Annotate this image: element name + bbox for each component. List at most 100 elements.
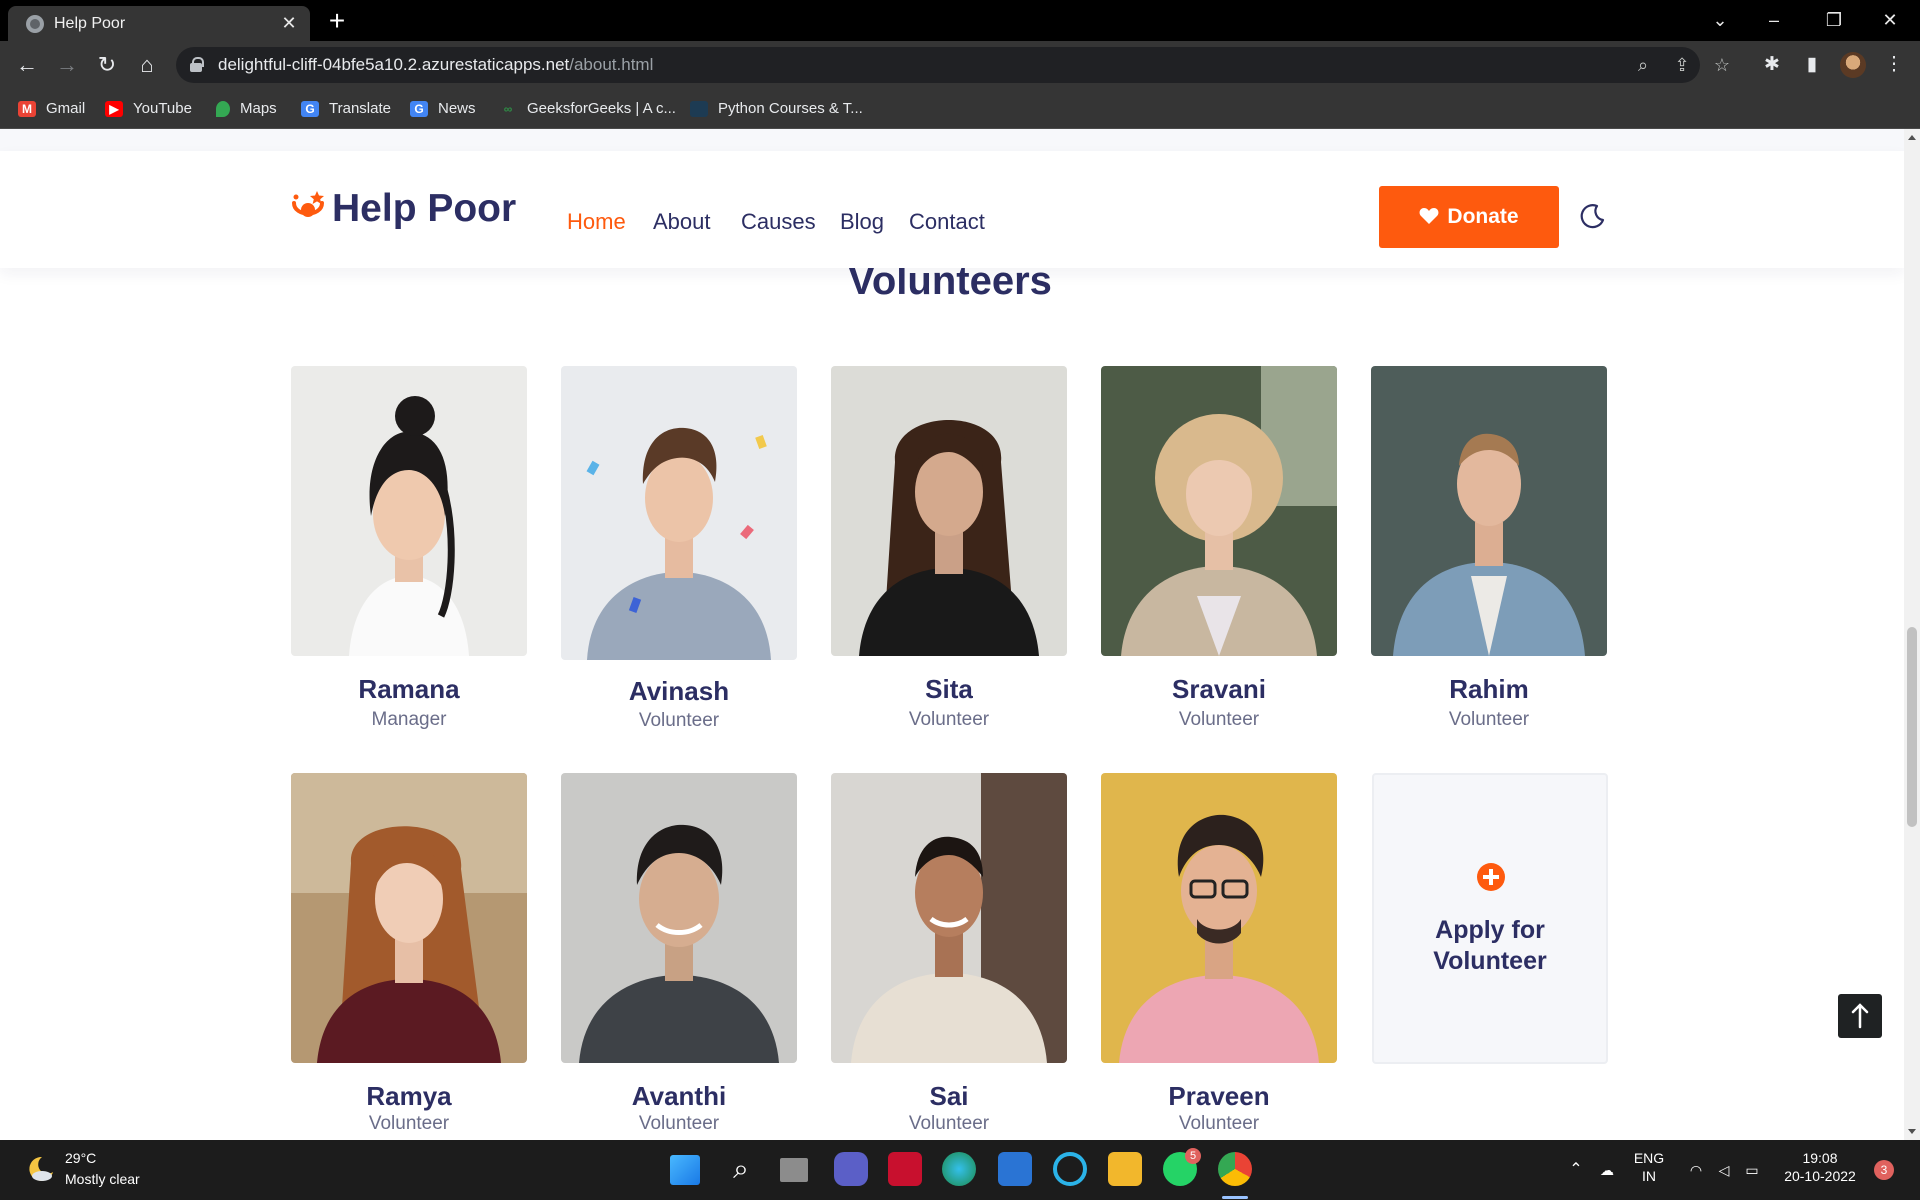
scroll-up-arrow-icon[interactable] <box>1908 135 1916 140</box>
gmail-icon: M <box>18 101 36 118</box>
page-scrollbar[interactable] <box>1904 129 1920 1140</box>
home-button[interactable]: ⌂ <box>131 49 163 81</box>
plus-circle-icon <box>1477 863 1505 891</box>
back-to-top-button[interactable] <box>1838 994 1882 1038</box>
mcafee-icon[interactable] <box>888 1152 922 1186</box>
bookmark-news[interactable]: G News <box>410 89 476 129</box>
share-icon[interactable]: ⇪ <box>1670 53 1694 77</box>
donate-button[interactable]: Donate <box>1379 186 1559 248</box>
tab-search-icon[interactable]: ⌄ <box>1692 0 1748 41</box>
new-tab-button[interactable]: + <box>322 6 352 36</box>
volunteer-photo <box>1101 773 1337 1063</box>
url-text: delightful-cliff-04bfe5a10.2.azurestatic… <box>218 55 654 74</box>
volunteer-role: Manager <box>371 709 447 730</box>
microsoft-store-icon[interactable] <box>998 1152 1032 1186</box>
restore-button[interactable]: ❐ <box>1806 0 1862 41</box>
close-window-button[interactable]: ✕ <box>1862 0 1918 41</box>
browser-titlebar: Help Poor ✕ + ⌄ – ❐ ✕ <box>0 0 1920 41</box>
minimize-button[interactable]: – <box>1746 0 1802 41</box>
volunteer-photo <box>291 773 527 1063</box>
windows-taskbar: 29°C Mostly clear ⌕ 5 ⌃ ☁ ENG IN ◠ ◁ ▭ 1… <box>0 1140 1920 1200</box>
notification-badge[interactable]: 3 <box>1874 1160 1894 1180</box>
site-header: Help Poor Home About Causes Blog Contact… <box>0 151 1904 268</box>
edge-browser-icon[interactable] <box>942 1152 976 1186</box>
side-panel-icon[interactable]: ▮ <box>1798 51 1826 79</box>
donate-label: Donate <box>1447 205 1519 228</box>
volunteer-photo <box>1101 366 1337 656</box>
extensions-icon[interactable]: ✱ <box>1758 51 1786 79</box>
volunteer-name: Ramana <box>358 674 460 704</box>
file-explorer-icon[interactable] <box>1108 1152 1142 1186</box>
forward-button[interactable]: → <box>51 49 83 81</box>
youtube-icon: ▶ <box>105 101 123 118</box>
geeksforgeeks-icon: ∞ <box>503 102 513 117</box>
volunteer-name: Ramya <box>366 1081 452 1111</box>
page-viewport: Help Poor Home About Causes Blog Contact… <box>0 129 1904 1140</box>
nav-blog[interactable]: Blog <box>840 209 884 235</box>
globe-icon <box>26 15 44 33</box>
volunteer-name: Sravani <box>1172 674 1266 704</box>
news-icon: G <box>410 101 428 118</box>
language-indicator[interactable]: ENG IN <box>1626 1140 1672 1200</box>
dark-mode-toggle-icon[interactable] <box>1578 202 1606 230</box>
browser-tab[interactable]: Help Poor ✕ <box>8 6 310 41</box>
task-view-icon[interactable] <box>780 1158 808 1182</box>
bookmark-python-courses[interactable]: Python Courses & T... <box>690 89 863 129</box>
nav-contact[interactable]: Contact <box>909 209 985 235</box>
bookmark-geeksforgeeks[interactable]: ∞ GeeksforGeeks | A c... <box>499 89 676 129</box>
windows-start-icon[interactable] <box>670 1155 700 1185</box>
close-tab-icon[interactable]: ✕ <box>278 12 300 34</box>
arrow-up-icon <box>1851 1003 1869 1029</box>
volunteer-photo <box>831 366 1067 656</box>
volunteer-role: Volunteer <box>638 1113 720 1134</box>
python-courses-icon <box>690 101 708 118</box>
battery-icon[interactable]: ▭ <box>1740 1140 1764 1200</box>
reload-button[interactable]: ↻ <box>91 49 123 81</box>
volume-icon[interactable]: ◁ <box>1712 1140 1736 1200</box>
bookmark-star-icon[interactable]: ☆ <box>1710 53 1734 77</box>
bookmark-translate[interactable]: G Translate <box>301 89 391 129</box>
profile-avatar[interactable] <box>1840 52 1866 78</box>
browser-toolbar: ← → ↻ ⌂ delightful-cliff-04bfe5a10.2.azu… <box>0 41 1920 89</box>
volunteer-photo <box>831 773 1067 1063</box>
chrome-icon[interactable] <box>1218 1152 1252 1186</box>
scroll-thumb[interactable] <box>1907 627 1917 827</box>
apply-volunteer-card[interactable]: Apply for Volunteer <box>1372 773 1608 1064</box>
tab-title: Help Poor <box>54 15 126 32</box>
back-button[interactable]: ← <box>11 49 43 81</box>
teams-chat-icon[interactable] <box>834 1152 868 1186</box>
volunteer-photo <box>561 773 797 1063</box>
wifi-icon[interactable]: ◠ <box>1684 1140 1708 1200</box>
apply-volunteer-label: Apply for Volunteer <box>1433 916 1547 975</box>
nav-about[interactable]: About <box>653 209 711 235</box>
bookmark-youtube[interactable]: ▶ YouTube <box>105 89 192 129</box>
translate-icon: G <box>301 101 319 118</box>
whatsapp-icon[interactable]: 5 <box>1163 1148 1201 1186</box>
bookmark-gmail[interactable]: M Gmail <box>18 89 85 129</box>
cortana-icon[interactable] <box>1053 1152 1087 1186</box>
volunteer-photo <box>291 366 527 656</box>
volunteer-name: Rahim <box>1449 674 1529 704</box>
volunteer-name: Avinash <box>628 676 730 706</box>
volunteer-name: Avanthi <box>631 1081 727 1111</box>
weather-temperature: 29°C <box>65 1150 97 1166</box>
nav-home[interactable]: Home <box>567 209 626 235</box>
show-hidden-icons-icon[interactable]: ⌃ <box>1566 1140 1586 1200</box>
maps-icon <box>216 101 230 118</box>
scroll-down-arrow-icon[interactable] <box>1908 1129 1916 1134</box>
volunteer-role: Volunteer <box>1448 709 1530 730</box>
bookmark-maps[interactable]: Maps <box>216 89 277 129</box>
address-bar[interactable]: delightful-cliff-04bfe5a10.2.azurestatic… <box>176 47 1730 83</box>
clock[interactable]: 19:08 20-10-2022 <box>1778 1140 1862 1200</box>
volunteer-photo <box>1371 366 1607 656</box>
zoom-icon[interactable]: ⌕ <box>1631 53 1655 77</box>
search-icon[interactable]: ⌕ <box>724 1152 758 1186</box>
logo-text: Help Poor <box>332 187 517 230</box>
volunteer-role: Volunteer <box>1178 709 1260 730</box>
menu-icon[interactable]: ⋮ <box>1880 51 1908 79</box>
volunteer-role: Volunteer <box>908 1113 990 1134</box>
volunteer-role: Volunteer <box>638 710 720 731</box>
nav-causes[interactable]: Causes <box>741 209 816 235</box>
onedrive-cloud-icon[interactable]: ☁ <box>1594 1140 1620 1200</box>
volunteer-role: Volunteer <box>1178 1113 1260 1134</box>
